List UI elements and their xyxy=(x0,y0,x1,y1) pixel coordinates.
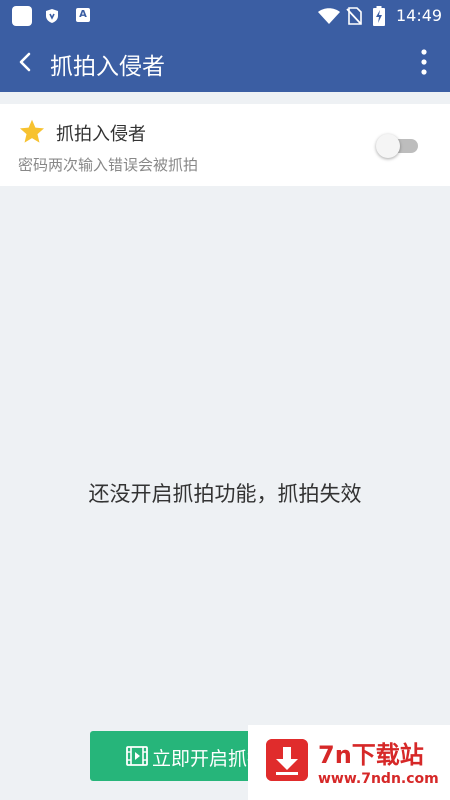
app-notification-icon xyxy=(12,6,32,26)
status-bar: A 14:49 xyxy=(0,0,450,32)
site-watermark: 7n下载站 www.7ndn.com xyxy=(248,725,450,800)
watermark-url: www.7ndn.com xyxy=(318,771,439,787)
a-icon: A xyxy=(76,8,90,22)
battery-charging-icon xyxy=(373,6,385,26)
status-time: 14:49 xyxy=(396,6,443,25)
shield-icon xyxy=(46,9,58,23)
more-vert-icon[interactable] xyxy=(414,48,434,76)
no-sim-icon xyxy=(346,7,362,25)
setting-description: 密码两次输入错误会被抓拍 xyxy=(18,156,199,174)
setting-label: 抓拍入侵者 xyxy=(56,124,146,145)
page-title: 抓拍入侵者 xyxy=(50,54,165,80)
empty-state-message: 还没开启抓拍功能，抓拍失效 xyxy=(88,482,362,506)
star-icon xyxy=(19,119,45,143)
watermark-title: 7n下载站 xyxy=(318,741,424,769)
wifi-icon xyxy=(318,8,340,24)
app-bar: 抓拍入侵者 xyxy=(0,32,450,92)
film-icon xyxy=(126,746,148,766)
capture-toggle[interactable] xyxy=(376,134,418,158)
back-arrow-icon[interactable] xyxy=(14,50,38,74)
download-icon xyxy=(266,739,308,781)
toggle-knob xyxy=(376,134,400,158)
